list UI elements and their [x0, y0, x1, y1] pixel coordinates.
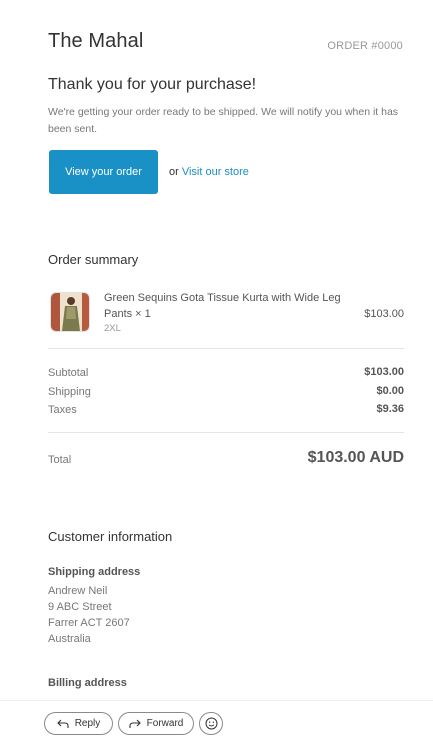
view-order-button[interactable]: View your order [49, 150, 158, 194]
shipping-label: Shipping [48, 386, 91, 398]
product-thumbnail [50, 292, 90, 332]
shop-name: The Mahal [48, 30, 144, 52]
line-item: Green Sequins Gota Tissue Kurta with Wid… [48, 290, 404, 336]
reply-button[interactable]: Reply [44, 712, 113, 735]
forward-label: Forward [146, 718, 184, 729]
store-link-line: or Visit our store [169, 166, 249, 178]
taxes-label: Taxes [48, 404, 77, 416]
divider [48, 432, 404, 433]
order-number: ORDER #0000 [327, 40, 403, 52]
billing-address-heading: Billing address [48, 677, 127, 689]
product-variant: 2XL [104, 323, 121, 334]
customer-info-title: Customer information [48, 529, 173, 544]
shipping-address-line: Australia [48, 633, 91, 645]
shipping-address-line: Andrew Neil [48, 585, 108, 597]
thanks-text: We're getting your order ready to be shi… [48, 106, 399, 135]
total-label: Total [48, 454, 72, 466]
thanks-title: Thank you for your purchase! [48, 76, 257, 93]
shipping-address-line: Farrer ACT 2607 [48, 617, 130, 629]
forward-arrow-icon [129, 719, 141, 728]
email-body: The Mahal ORDER #0000 Thank you for your… [0, 0, 433, 700]
reply-toolbar: Reply Forward [0, 700, 433, 746]
order-summary-title: Order summary [48, 252, 139, 267]
reply-label: Reply [74, 718, 101, 729]
product-title: Green Sequins Gota Tissue Kurta with Wid… [104, 292, 341, 320]
taxes-value: $9.36 [376, 403, 404, 415]
product-price: $103.00 [364, 308, 404, 320]
emoji-button[interactable] [199, 712, 223, 735]
subtotal-label: Subtotal [48, 367, 89, 379]
total-value: $103.00 AUD [307, 449, 404, 466]
shipping-address-line: 9 ABC Street [48, 601, 112, 613]
smiley-face-icon [205, 717, 217, 730]
divider [48, 348, 404, 349]
visit-store-link[interactable]: Visit our store [182, 166, 249, 178]
or-text: or [169, 166, 179, 178]
forward-button[interactable]: Forward [118, 712, 194, 735]
subtotal-value: $103.00 [364, 366, 404, 378]
reply-arrow-icon [56, 719, 69, 728]
email-header: The Mahal ORDER #0000 [48, 30, 403, 56]
shipping-value: $0.00 [376, 385, 404, 397]
shipping-address-heading: Shipping address [48, 566, 141, 578]
